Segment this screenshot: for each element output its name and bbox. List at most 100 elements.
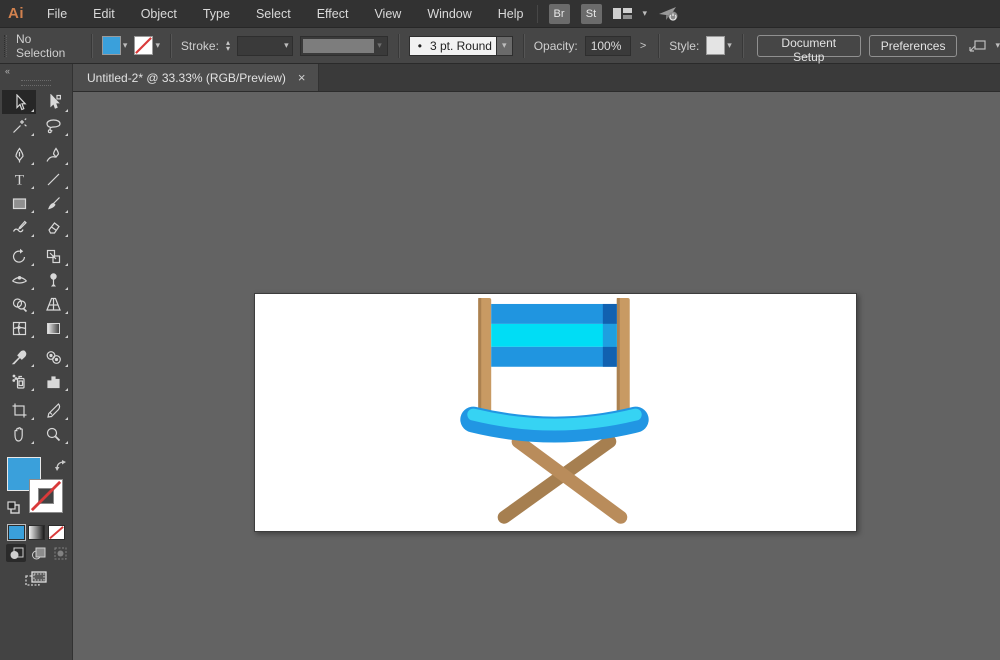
align-options-icon[interactable] <box>968 38 988 54</box>
backrest-stripe-middle <box>491 323 617 347</box>
lasso-tool[interactable] <box>36 114 70 138</box>
workspace-switcher-icon[interactable] <box>612 7 632 21</box>
scale-tool[interactable] <box>36 244 70 268</box>
style-swatch[interactable] <box>706 36 726 55</box>
eraser-tool[interactable] <box>36 215 70 239</box>
magic-wand-tool[interactable] <box>2 114 36 138</box>
opacity-field[interactable]: 100% <box>584 35 631 56</box>
preferences-button[interactable]: Preferences <box>868 34 958 57</box>
rectangle-tool[interactable] <box>2 191 36 215</box>
collapse-panel-icon[interactable]: « <box>5 66 10 76</box>
stroke-label: Stroke: <box>180 38 219 53</box>
artboard-tool[interactable] <box>2 398 36 422</box>
artboard[interactable] <box>254 293 857 532</box>
menu-object[interactable]: Object <box>128 7 190 21</box>
menu-effect[interactable]: Effect <box>304 7 362 21</box>
chevron-down-icon[interactable]: ▾ <box>643 9 648 18</box>
stock-button[interactable]: St <box>580 3 602 24</box>
share-icon[interactable] <box>658 5 680 23</box>
chevron-down-icon: ▾ <box>284 40 289 50</box>
divider <box>90 33 92 58</box>
blend-tool[interactable] <box>36 345 70 369</box>
brush-field[interactable]: • 3 pt. Round <box>408 35 497 56</box>
column-graph-tool[interactable] <box>36 369 70 393</box>
shape-builder-tool[interactable] <box>2 292 36 316</box>
document-tab[interactable]: Untitled-2* @ 33.33% (RGB/Preview) × <box>73 64 319 91</box>
menu-help[interactable]: Help <box>485 7 537 21</box>
menu-edit[interactable]: Edit <box>80 7 128 21</box>
backrest-stripe-top <box>491 303 617 324</box>
draw-inside-button[interactable] <box>50 544 70 562</box>
stepper-down-icon[interactable]: ▾ <box>226 44 230 52</box>
panel-grip[interactable] <box>4 34 7 57</box>
width-profile-preview <box>302 38 375 53</box>
stroke-color-swatch[interactable] <box>134 36 154 55</box>
backrest-stripe-bottom <box>491 346 617 367</box>
drawing-mode-buttons <box>0 544 72 562</box>
gradient-tool[interactable] <box>36 316 70 340</box>
width-profile-dropdown[interactable]: ▾ <box>299 35 388 56</box>
chevron-down-icon[interactable]: ▾ <box>123 41 128 50</box>
perspective-grid-tool[interactable] <box>36 292 70 316</box>
paintbrush-tool[interactable] <box>36 191 70 215</box>
divider <box>536 4 538 23</box>
tab-close-button[interactable]: × <box>298 70 306 85</box>
width-tool[interactable] <box>2 268 36 292</box>
chevron-down-icon[interactable]: ▾ <box>727 41 732 50</box>
control-bar: No Selection ▾ ▾ Stroke: ▴ ▾ ▾ ▾ • 3 pt.… <box>0 28 1000 64</box>
curvature-tool[interactable] <box>36 143 70 167</box>
default-fill-stroke-icon[interactable] <box>7 501 20 517</box>
line-segment-tool[interactable] <box>36 167 70 191</box>
zoom-tool[interactable] <box>36 422 70 446</box>
rotate-tool[interactable] <box>2 244 36 268</box>
chevron-down-icon[interactable]: ▾ <box>995 41 1000 50</box>
style-control[interactable]: ▾ <box>706 36 732 55</box>
stroke-width-dropdown[interactable]: ▾ <box>236 35 293 56</box>
menu-type[interactable]: Type <box>190 7 243 21</box>
panel-grip[interactable] <box>21 80 51 86</box>
none-slash-icon <box>135 37 153 54</box>
direct-selection-tool[interactable] <box>36 90 70 114</box>
selection-status: No Selection <box>15 31 66 60</box>
type-tool[interactable]: T <box>2 167 36 191</box>
color-mode-buttons <box>0 524 72 541</box>
menu-view[interactable]: View <box>361 7 414 21</box>
stroke-swatch[interactable] <box>29 479 63 513</box>
menu-window[interactable]: Window <box>414 7 484 21</box>
menu-file[interactable]: File <box>34 7 80 21</box>
brush-chevron-button[interactable]: ▾ <box>496 35 513 56</box>
draw-behind-button[interactable] <box>28 544 48 562</box>
pen-tool[interactable] <box>2 143 36 167</box>
puppet-warp-tool[interactable] <box>36 268 70 292</box>
eyedropper-tool[interactable] <box>2 345 36 369</box>
menu-select[interactable]: Select <box>243 7 304 21</box>
chair-seat-highlight <box>467 408 642 431</box>
divider <box>169 33 171 58</box>
gradient-button[interactable] <box>28 525 45 540</box>
screen-mode-button[interactable] <box>0 570 72 588</box>
brush-dropdown[interactable]: • 3 pt. Round ▾ <box>408 35 513 56</box>
fill-color-control[interactable]: ▾ <box>101 36 128 55</box>
none-slash-icon <box>30 480 62 512</box>
shaper-tool[interactable] <box>2 215 36 239</box>
canvas[interactable] <box>73 92 1000 660</box>
stroke-color-control[interactable]: ▾ <box>134 36 160 55</box>
draw-normal-button[interactable] <box>6 544 26 562</box>
bridge-button[interactable]: Br <box>548 3 570 24</box>
symbol-sprayer-tool[interactable] <box>2 369 36 393</box>
brush-preview-dot: • <box>417 38 422 53</box>
swap-fill-stroke-icon[interactable] <box>54 459 67 475</box>
color-button[interactable] <box>7 524 26 541</box>
mesh-tool[interactable] <box>2 316 36 340</box>
stroke-width-stepper[interactable]: ▴ ▾ <box>226 38 230 52</box>
slice-tool[interactable] <box>36 398 70 422</box>
selection-tool[interactable] <box>2 90 36 114</box>
chevron-down-icon[interactable]: ▾ <box>155 41 160 50</box>
fill-color-swatch[interactable] <box>101 36 121 55</box>
director-chair-artwork <box>460 297 649 524</box>
none-button[interactable] <box>48 525 65 540</box>
opacity-expand-button[interactable]: > <box>638 40 648 52</box>
hand-tool[interactable] <box>2 422 36 446</box>
illustrator-logo[interactable]: Ai <box>0 5 34 22</box>
document-setup-button[interactable]: Document Setup <box>756 34 861 64</box>
